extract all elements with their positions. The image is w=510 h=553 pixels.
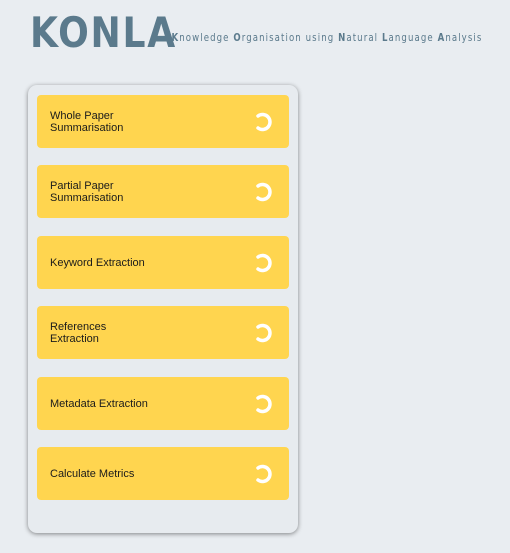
app-header: KONLA — Knowledge Organisation using Nat… (30, 8, 510, 57)
button-label: Metadata Extraction (50, 397, 148, 410)
spinner-icon (256, 253, 272, 272)
metadata-extraction-button[interactable]: Metadata Extraction (37, 377, 289, 430)
spinner-icon (256, 323, 272, 342)
spinner-icon (256, 182, 272, 201)
whole-paper-summarisation-button[interactable]: Whole Paper Summarisation (37, 95, 289, 148)
references-extraction-button[interactable]: References Extraction (37, 306, 289, 359)
spinner-icon (256, 112, 272, 131)
button-label: Calculate Metrics (50, 467, 135, 480)
app-tagline: — Knowledge Organisation using Natural L… (158, 31, 483, 44)
tools-panel: Whole Paper Summarisation Partial Paper … (28, 85, 298, 533)
button-label: Partial Paper Summarisation (50, 179, 124, 204)
button-label: Whole Paper Summarisation (50, 109, 124, 134)
partial-paper-summarisation-button[interactable]: Partial Paper Summarisation (37, 165, 289, 218)
keyword-extraction-button[interactable]: Keyword Extraction (37, 236, 289, 289)
button-label: References Extraction (50, 320, 107, 345)
spinner-icon (256, 394, 272, 413)
calculate-metrics-button[interactable]: Calculate Metrics (37, 447, 289, 500)
button-label: Keyword Extraction (50, 256, 145, 269)
spinner-icon (256, 464, 272, 483)
app-logo: KONLA (30, 8, 177, 57)
